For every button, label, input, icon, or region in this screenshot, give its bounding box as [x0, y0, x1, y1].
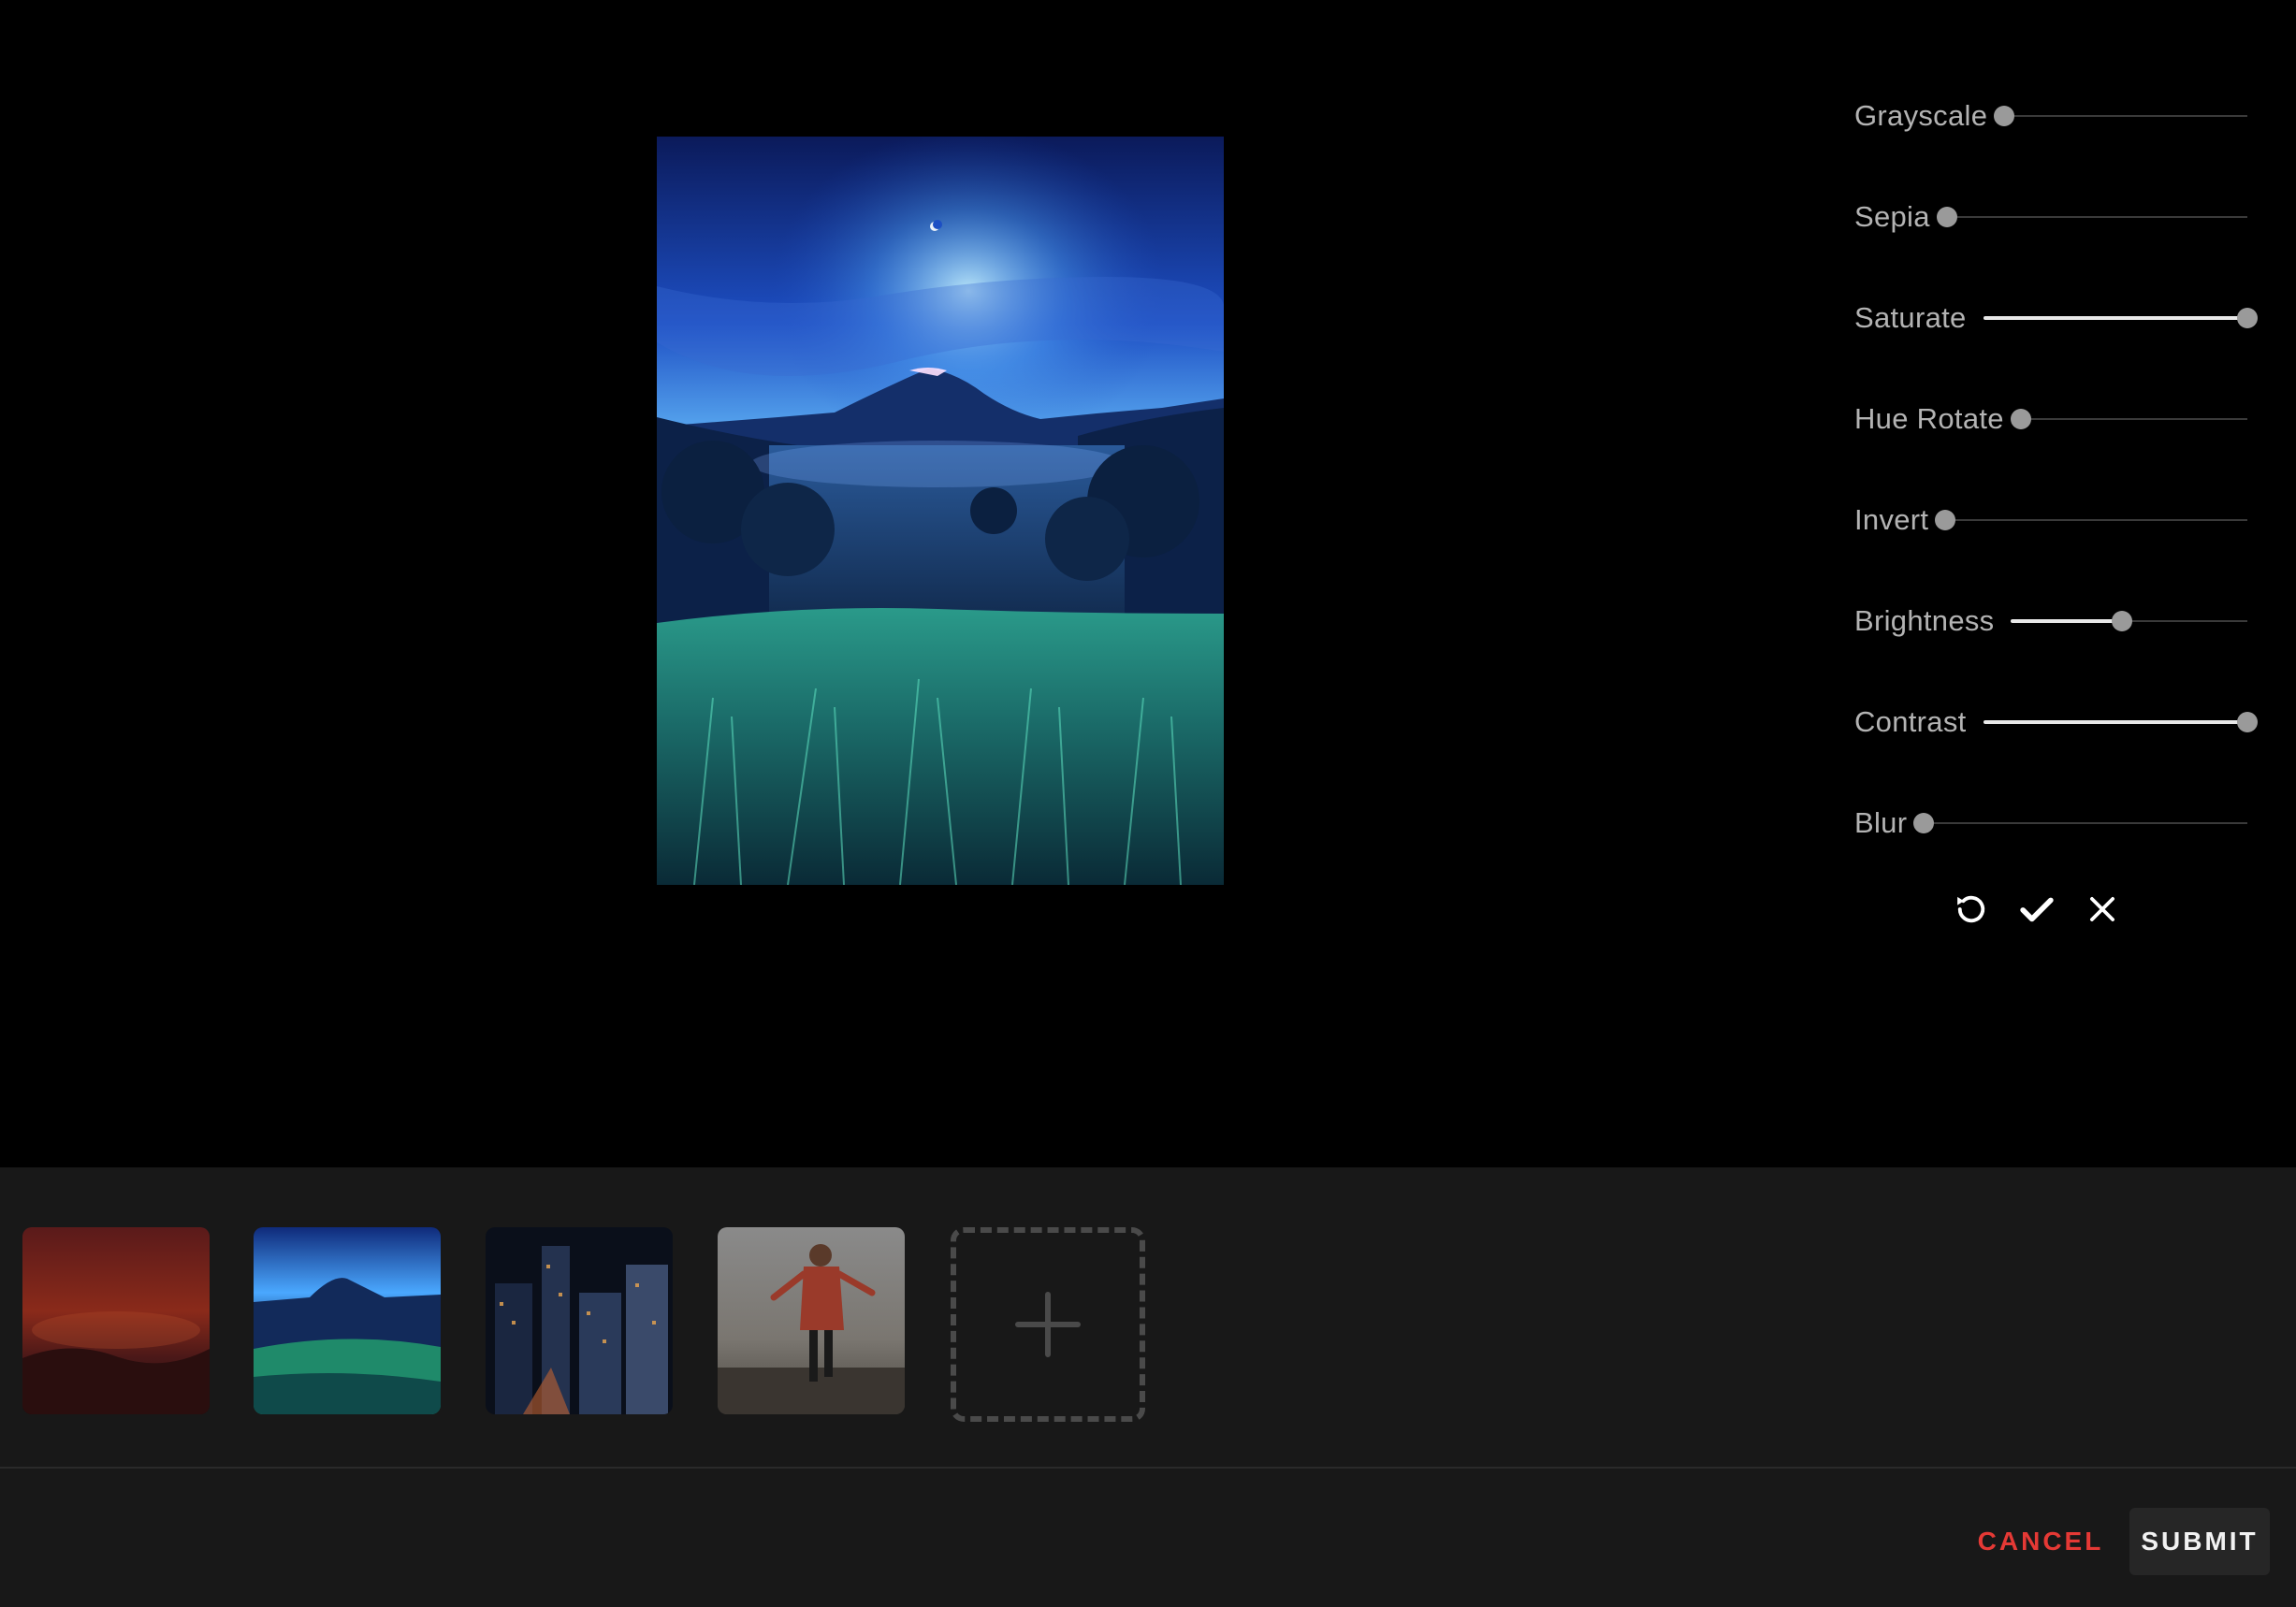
image-tray: [0, 1167, 2296, 1467]
filter-blur: Blur: [1854, 773, 2247, 874]
footer-bar: CANCEL SUBMIT: [0, 1469, 2296, 1607]
close-button[interactable]: [2079, 886, 2126, 933]
slider-thumb[interactable]: [2237, 308, 2258, 328]
thumbnail-image: [486, 1227, 673, 1414]
apply-button[interactable]: [2013, 886, 2060, 933]
hue-rotate-slider[interactable]: [2010, 404, 2247, 434]
filter-contrast: Contrast: [1854, 672, 2258, 773]
thumbnail-image: [22, 1227, 210, 1414]
check-icon: [2020, 897, 2054, 922]
thumbnail-image: [254, 1227, 441, 1414]
reset-button[interactable]: [1948, 886, 1995, 933]
slider-thumb[interactable]: [1994, 106, 2015, 126]
image-preview: [657, 137, 1224, 885]
filter-label: Saturate: [1854, 301, 1967, 334]
rotate-ccw-icon: [1957, 895, 1985, 923]
slider-thumb[interactable]: [1936, 207, 1957, 227]
slider-track: [1924, 822, 2247, 824]
sepia-slider[interactable]: [1936, 202, 2247, 232]
filter-panel: Grayscale Sepia Saturate Hue Rotate Inve…: [1854, 65, 2258, 874]
slider-thumb[interactable]: [1913, 813, 1935, 833]
filter-label: Grayscale: [1854, 99, 1988, 132]
filter-label: Hue Rotate: [1854, 402, 2004, 435]
filter-hue-rotate: Hue Rotate: [1854, 369, 2247, 470]
slider-thumb[interactable]: [2237, 712, 2258, 732]
cancel-button[interactable]: CANCEL: [1970, 1508, 2111, 1575]
filter-saturate: Saturate: [1854, 268, 2258, 369]
submit-button[interactable]: SUBMIT: [2129, 1508, 2270, 1575]
mountain-night-image: [657, 137, 1224, 885]
close-icon: [2090, 897, 2114, 921]
slider-thumb[interactable]: [2010, 409, 2031, 429]
slider-track: [1946, 216, 2247, 218]
slider-fill: [1983, 720, 2247, 724]
filter-actions: [1948, 885, 2126, 934]
slider-fill: [2011, 619, 2123, 623]
add-image-button[interactable]: [951, 1227, 1145, 1422]
slider-thumb[interactable]: [1935, 510, 1956, 530]
slider-track: [2004, 115, 2247, 117]
invert-slider[interactable]: [1935, 505, 2247, 535]
plus-icon: [1015, 1292, 1081, 1357]
filter-grayscale: Grayscale: [1854, 65, 2247, 166]
slider-track: [2020, 418, 2247, 420]
thumbnail-person-beach[interactable]: [718, 1227, 905, 1414]
image-editor: Grayscale Sepia Saturate Hue Rotate Inve…: [0, 0, 2296, 1167]
filter-invert: Invert: [1854, 470, 2247, 571]
blur-slider[interactable]: [1913, 808, 2247, 838]
grayscale-slider[interactable]: [1994, 101, 2247, 131]
filter-brightness: Brightness: [1854, 571, 2247, 672]
slider-thumb[interactable]: [2112, 611, 2133, 631]
filter-label: Brightness: [1854, 604, 1995, 637]
contrast-slider[interactable]: [1983, 707, 2258, 737]
thumbnail-red-sunset[interactable]: [22, 1227, 210, 1414]
brightness-slider[interactable]: [2011, 606, 2247, 636]
saturate-slider[interactable]: [1983, 303, 2258, 333]
slider-track: [1945, 519, 2247, 521]
thumbnail-city-night[interactable]: [486, 1227, 673, 1414]
thumbnail-blue-mountain[interactable]: [254, 1227, 441, 1414]
filter-label: Contrast: [1854, 705, 1967, 738]
filter-label: Sepia: [1854, 200, 1930, 233]
filter-label: Invert: [1854, 503, 1929, 536]
thumbnail-image: [718, 1227, 905, 1414]
slider-fill: [1983, 316, 2247, 320]
filter-sepia: Sepia: [1854, 166, 2247, 268]
